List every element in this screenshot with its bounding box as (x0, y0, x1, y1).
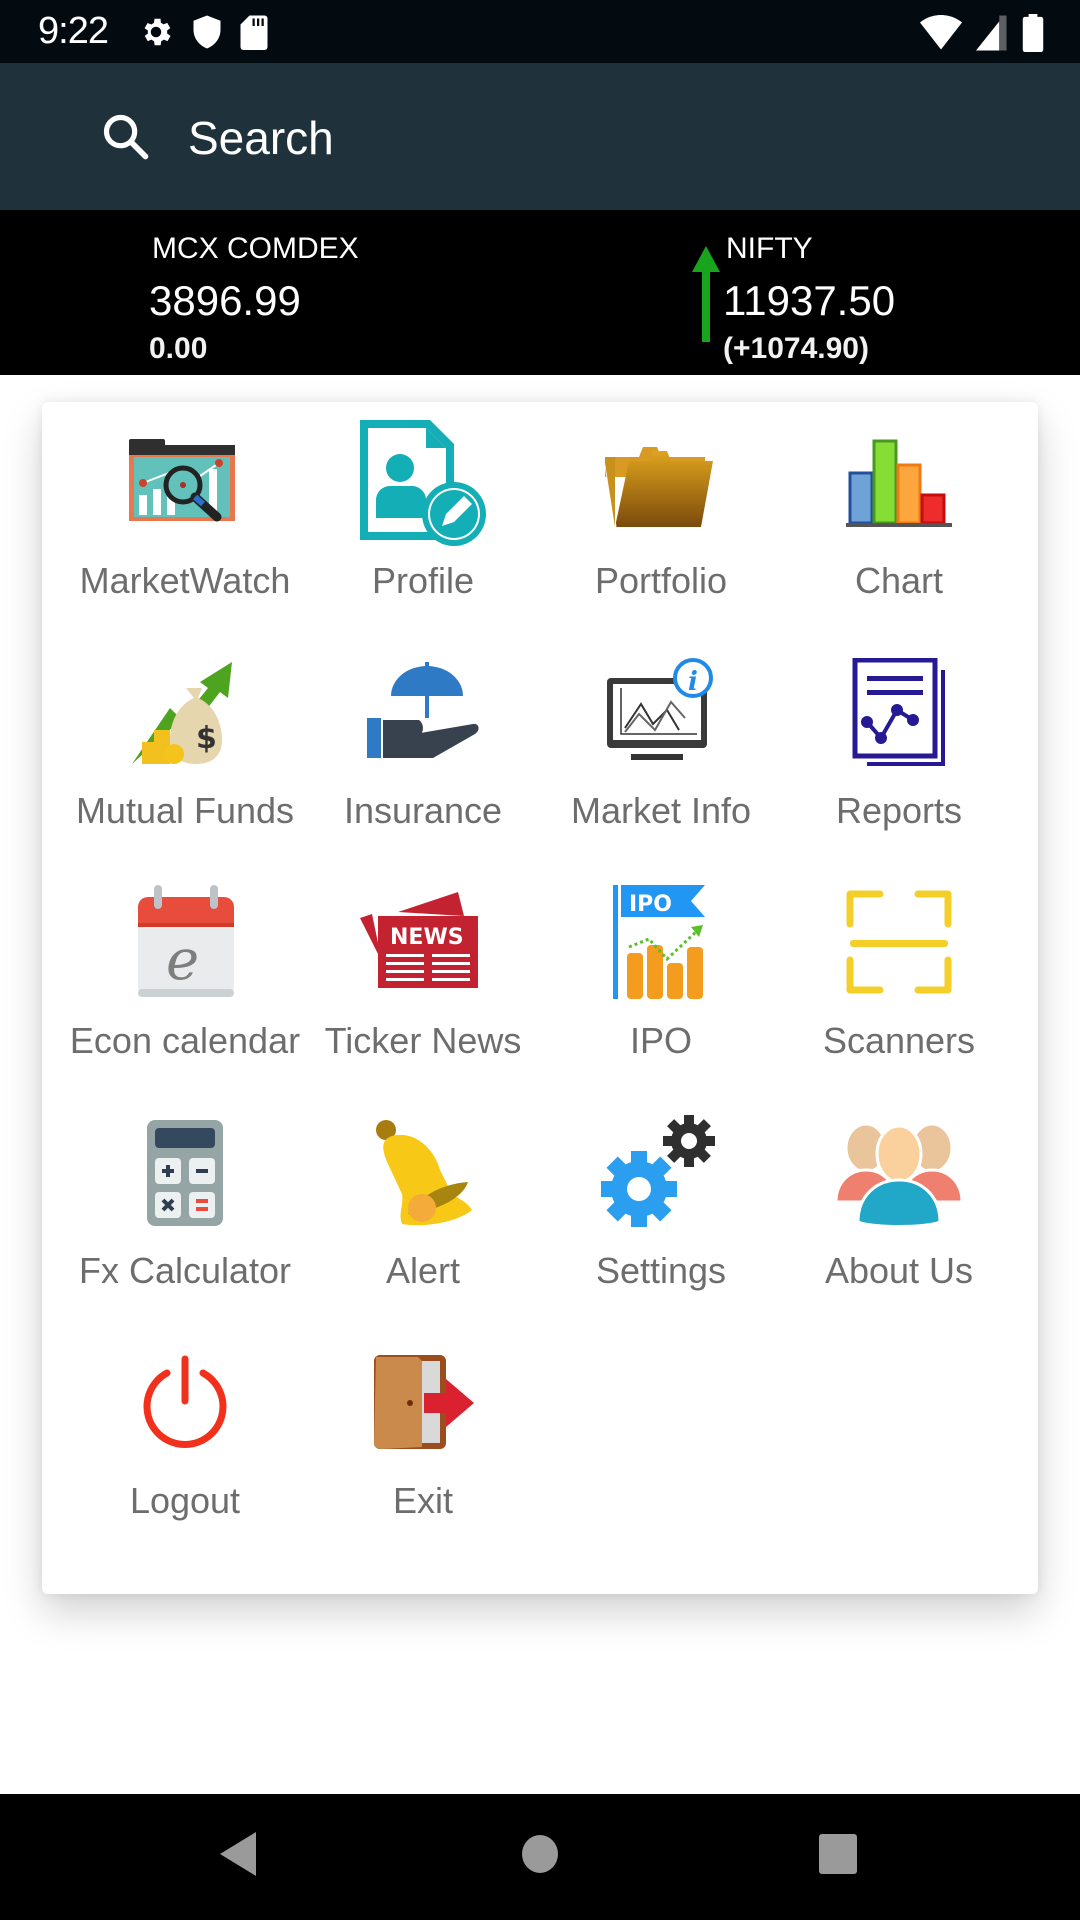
svg-text:e: e (166, 928, 199, 993)
menu-item-ipo[interactable]: IPO IPO (542, 862, 780, 1092)
arrow-up-icon (692, 246, 720, 342)
monitor-info-icon: i (607, 658, 713, 760)
menu-item-label: Market Info (570, 790, 752, 831)
status-bar: 9:22 (0, 0, 1080, 63)
gears-icon (601, 1115, 715, 1227)
index-ticker: MCX COMDEX 3896.99 0.00 NIFTY 11937.50 (… (0, 210, 1080, 375)
power-icon (143, 1355, 227, 1448)
search-input[interactable]: Search (188, 111, 334, 165)
menu-item-label: Ticker News (324, 1020, 522, 1061)
menu-item-label: Settings (595, 1250, 727, 1291)
umbrella-hand-icon (367, 662, 479, 758)
back-icon[interactable] (218, 1830, 258, 1878)
menu-item-label: IPO (629, 1020, 692, 1061)
menu-item-insurance[interactable]: Insurance (304, 632, 542, 862)
ticker-name: NIFTY (726, 232, 813, 265)
menu-item-fx-calculator[interactable]: Fx Calculator (66, 1092, 304, 1322)
bar-chart-icon (846, 439, 952, 527)
menu-item-marketwatch[interactable]: MarketWatch (66, 402, 304, 632)
menu-item-label: Fx Calculator (78, 1250, 292, 1291)
market-watch-icon (129, 439, 235, 522)
recents-icon[interactable] (818, 1830, 858, 1878)
menu-item-label: Profile (371, 560, 475, 601)
ticker-value: 11937.50 (723, 277, 896, 324)
newspaper-icon: NEWS (360, 892, 478, 988)
menu-grid: MarketWatch Profile Portfolio Chart $ Mu… (42, 402, 1038, 1552)
svg-text:IPO: IPO (629, 892, 672, 917)
bell-icon (376, 1120, 472, 1226)
profile-icon (360, 420, 486, 546)
ipo-flag-icon: IPO (613, 885, 705, 999)
gear-icon (144, 18, 171, 46)
shield-icon (193, 15, 221, 49)
calculator-icon (147, 1120, 223, 1226)
menu-item-label: Chart (854, 560, 944, 601)
status-icons-right (920, 14, 1044, 52)
svg-text:i: i (688, 667, 698, 697)
system-nav-bar (0, 1794, 1080, 1920)
menu-item-mutual-funds[interactable]: $ Mutual Funds (66, 632, 304, 862)
sd-card-icon (240, 15, 268, 50)
menu-item-exit[interactable]: Exit (304, 1322, 542, 1552)
menu-item-portfolio[interactable]: Portfolio (542, 402, 780, 632)
menu-item-label: Portfolio (594, 560, 728, 601)
menu-item-alert[interactable]: Alert (304, 1092, 542, 1322)
menu-item-label: Econ calendar (69, 1020, 301, 1061)
menu-item-logout[interactable]: Logout (66, 1322, 304, 1552)
menu-item-scanners[interactable]: Scanners (780, 862, 1018, 1092)
menu-item-label: Mutual Funds (75, 790, 295, 831)
menu-item-settings[interactable]: Settings (542, 1092, 780, 1322)
menu-item-profile[interactable]: Profile (304, 402, 542, 632)
people-group-icon (834, 1122, 964, 1228)
portfolio-folder-icon (603, 447, 713, 528)
search-icon[interactable] (100, 111, 152, 163)
calendar-icon: e (138, 885, 234, 997)
wifi-icon (920, 15, 962, 50)
ticker-change: (+1074.90) (723, 332, 869, 365)
menu-item-about-us[interactable]: About Us (780, 1092, 1018, 1322)
menu-item-label: Alert (385, 1250, 461, 1291)
money-bag-growth-icon: $ (132, 662, 232, 764)
menu-item-label: About Us (824, 1250, 974, 1291)
svg-text:$: $ (196, 721, 217, 756)
svg-text:NEWS: NEWS (390, 925, 464, 950)
status-icons-left (138, 14, 268, 50)
menu-item-label: Reports (835, 790, 963, 831)
menu-item-market-info[interactable]: i Market Info (542, 632, 780, 862)
home-icon[interactable] (520, 1830, 560, 1878)
search-bar[interactable]: Search (0, 63, 1080, 210)
ticker-change: 0.00 (149, 332, 208, 365)
report-document-icon (852, 658, 945, 766)
menu-item-label: Scanners (822, 1020, 976, 1061)
scanner-frame-icon (846, 890, 952, 994)
ticker-name: MCX COMDEX (152, 232, 359, 265)
menu-item-econ-calendar[interactable]: e Econ calendar (66, 862, 304, 1092)
door-exit-icon (374, 1355, 474, 1449)
menu-item-ticker-news[interactable]: NEWS Ticker News (304, 862, 542, 1092)
ticker-value: 3896.99 (149, 277, 301, 324)
menu-item-label: Insurance (343, 790, 503, 831)
battery-icon (1022, 14, 1044, 52)
cellular-signal-icon (976, 15, 1007, 51)
menu-item-label: Exit (392, 1480, 453, 1521)
status-time: 9:22 (38, 10, 109, 52)
menu-card: MarketWatch Profile Portfolio Chart $ Mu… (42, 402, 1038, 1594)
menu-item-label: Logout (129, 1480, 241, 1521)
menu-item-label: MarketWatch (79, 560, 291, 601)
menu-item-chart[interactable]: Chart (780, 402, 1018, 632)
menu-item-reports[interactable]: Reports (780, 632, 1018, 862)
